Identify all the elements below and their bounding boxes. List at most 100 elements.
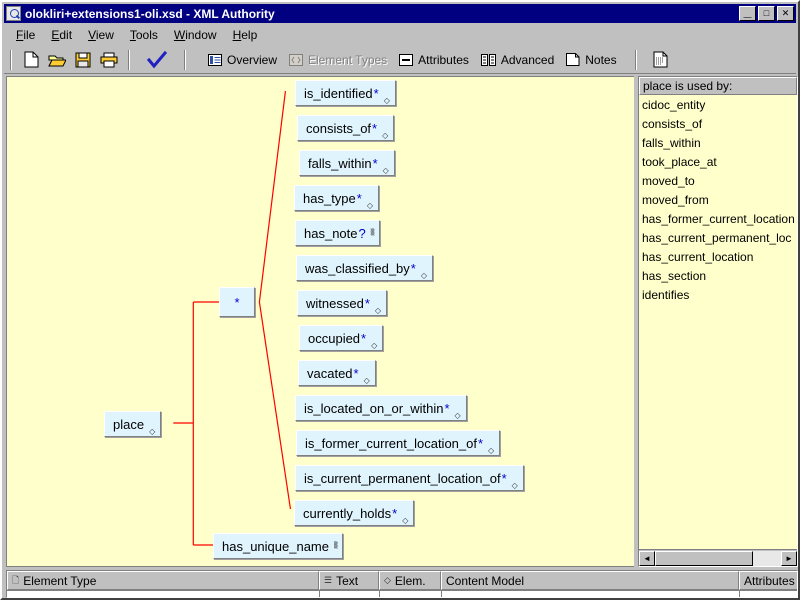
new-document-button[interactable] (19, 48, 43, 71)
menu-item-help[interactable]: Help (225, 26, 266, 44)
node-label: consists_of (306, 120, 372, 136)
grid-column-label: Content Model (446, 573, 525, 588)
node-vacated[interactable]: vacated * ◇ (298, 360, 376, 386)
node-label: has_unique_name (222, 538, 329, 554)
node-occurrence: * (444, 400, 450, 416)
node-currently-holds[interactable]: currently_holds * ◇ (294, 500, 415, 526)
grid-column-header[interactable]: ☰ Text (319, 571, 379, 590)
node-occurrence: * (372, 120, 378, 136)
used-by-list-item[interactable]: moved_to (639, 172, 797, 191)
grid-column-label: Text (336, 573, 359, 588)
grid-column-label: Element Type (23, 573, 97, 588)
node-occurrence: ? (358, 225, 366, 241)
advanced-icon (480, 53, 496, 66)
grid-column-header[interactable]: 🗋 Element Type (7, 571, 319, 590)
used-by-horizontal-scrollbar[interactable]: ◄ ► (639, 549, 797, 566)
used-by-list-item[interactable]: cidoc_entity (639, 96, 797, 115)
node-occurrence: * (392, 505, 398, 521)
element-icon: ◇ (149, 427, 156, 436)
used-by-list-item[interactable]: has_current_location (639, 248, 797, 267)
used-by-list-item[interactable]: has_former_current_location (639, 210, 797, 229)
node-falls-within[interactable]: falls_within * ◇ (299, 150, 395, 176)
grid-column-header[interactable]: Attributes (739, 571, 797, 590)
grid-column-header[interactable]: Content Model (441, 571, 739, 590)
used-by-list-item[interactable]: falls_within (639, 134, 797, 153)
grid-column-header[interactable]: ◇ Elem. (379, 571, 441, 590)
close-icon: ✕ (781, 8, 790, 18)
node-occupied[interactable]: occupied * ◇ (299, 325, 384, 351)
element-icon: ◇ (420, 271, 427, 280)
maximize-button[interactable]: □ (758, 6, 775, 21)
document-properties-icon (653, 51, 668, 68)
diagram-canvas[interactable]: place ◇ * is_identified * ◇ consists_of * ◇ falls… (6, 76, 634, 567)
node-witnessed[interactable]: witnessed * ◇ (297, 290, 388, 316)
magnifier-icon (6, 6, 21, 21)
close-button[interactable]: ✕ (777, 6, 794, 21)
window-title: olokliri+extensions1-oli.xsd - XML Autho… (25, 6, 275, 21)
document-properties-button[interactable] (644, 48, 678, 71)
used-by-list-item[interactable]: identifies (639, 286, 797, 305)
node-has-unique-name[interactable]: has_unique_name ▒ (213, 533, 344, 559)
used-by-list-item[interactable]: consists_of (639, 115, 797, 134)
menu-item-view[interactable]: View (80, 26, 122, 44)
menu-item-edit[interactable]: Edit (43, 26, 80, 44)
element-types-icon (289, 53, 304, 66)
open-folder-button[interactable] (45, 48, 69, 71)
node-is-current-permanent-location-of[interactable]: is_current_permanent_location_of * ◇ (295, 465, 524, 491)
toolbar-separator-2 (128, 49, 130, 70)
node-group-star[interactable]: * (219, 287, 255, 317)
new-document-icon (24, 51, 38, 68)
grid-data-row[interactable] (7, 590, 797, 597)
overview-icon (208, 53, 222, 66)
document-icon: 🗋 (12, 574, 20, 585)
element-icon: ◇ (382, 166, 389, 175)
grid-cell-separator (441, 591, 442, 597)
tab-overview[interactable]: Overview (202, 48, 283, 71)
used-by-list-item[interactable]: has_current_permanent_loc (639, 229, 797, 248)
node-has-type[interactable]: has_type * ◇ (294, 185, 379, 211)
node-is-former-current-location-of[interactable]: is_former_current_location_of * ◇ (296, 430, 501, 456)
tab-attributes[interactable]: Attributes (393, 48, 475, 71)
node-occurrence: * (373, 85, 379, 101)
node-consists-of[interactable]: consists_of * ◇ (297, 115, 395, 141)
tab-notes[interactable]: Notes (560, 48, 622, 71)
print-button[interactable] (97, 48, 121, 71)
element-icon: ◇ (371, 341, 378, 350)
floppy-disk-icon (75, 52, 91, 67)
element-icon: ◇ (363, 376, 370, 385)
tab-advanced[interactable]: Advanced (475, 48, 560, 71)
printer-icon (100, 52, 118, 67)
scroll-left-arrow-icon[interactable]: ◄ (639, 550, 655, 566)
node-occurrence: * (364, 295, 370, 311)
scrollbar-track[interactable] (655, 550, 781, 566)
node-was-classified-by[interactable]: was_classified_by * ◇ (296, 255, 433, 281)
menu-item-file[interactable]: File (8, 26, 43, 44)
toolbar-separator-4 (634, 49, 637, 70)
text-icon: ▒ (370, 229, 375, 236)
save-button[interactable] (71, 48, 95, 71)
node-label: has_type (303, 190, 356, 206)
node-is-located-on-or-within[interactable]: is_located_on_or_within * ◇ (295, 395, 467, 421)
used-by-list-item[interactable]: moved_from (639, 191, 797, 210)
node-label: is_former_current_location_of (305, 435, 477, 451)
node-is-identified[interactable]: is_identified * ◇ (295, 80, 396, 106)
grid-column-label: Elem. (394, 573, 426, 588)
menu-item-window[interactable]: Window (166, 26, 225, 44)
used-by-list-item[interactable]: has_section (639, 267, 797, 286)
scroll-right-arrow-icon[interactable]: ► (781, 550, 797, 566)
element-icon: ◇ (511, 481, 518, 490)
menu-item-tools[interactable]: Tools (122, 26, 166, 44)
node-label: has_note (304, 225, 358, 241)
maximize-icon: □ (763, 8, 770, 18)
tab-element-types[interactable]: Element Types (283, 48, 393, 71)
used-by-list[interactable]: cidoc_entity consists_of falls_within took_… (639, 95, 797, 549)
minimize-button[interactable]: _ (739, 4, 756, 21)
scrollbar-thumb[interactable] (655, 550, 754, 566)
element-icon: ◇ (454, 411, 461, 420)
text-small-icon: ☰ (324, 575, 333, 585)
tab-element-types-label: Element Types (308, 52, 388, 67)
node-has-note[interactable]: has_note? ▒ (295, 220, 380, 246)
used-by-list-item[interactable]: took_place_at (639, 153, 797, 172)
node-place[interactable]: place ◇ (104, 411, 162, 437)
validate-button[interactable] (137, 48, 177, 71)
